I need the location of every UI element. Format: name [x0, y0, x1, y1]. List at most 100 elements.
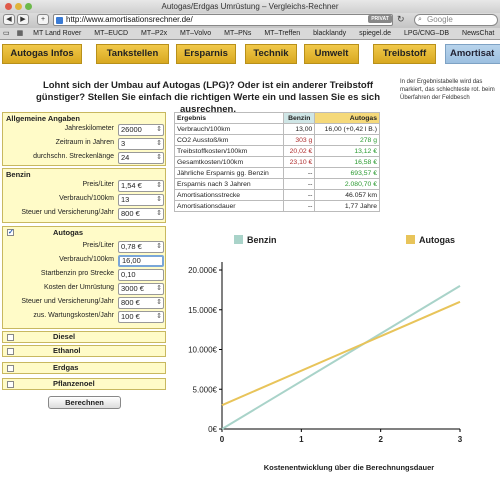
tab-tankstellen[interactable]: Tankstellen [96, 44, 169, 64]
reload-icon[interactable]: ↻ [397, 14, 405, 25]
table-row: Amortisationsstrecke -- 46.057 km [173, 189, 380, 201]
jahreskilometer-select[interactable]: 26000 [118, 124, 164, 136]
zoom-window-button[interactable] [25, 3, 32, 10]
autogas-value: 693,57 € [314, 167, 380, 179]
form-row: Preis/Liter 1,54 € [3, 179, 165, 193]
back-button[interactable]: ◀ [3, 14, 15, 25]
bookmark-item[interactable]: LPG/CNG–DB [404, 30, 449, 37]
table-row: Jährliche Ersparnis gg. Benzin -- 693,57… [173, 167, 380, 179]
legend-label: Autogas [419, 235, 455, 245]
autogas-value: 16,00 (+0,42 l B.) [314, 123, 380, 135]
window-title: Autogas/Erdgas Umrüstung – Vergleichs-Re… [161, 2, 339, 11]
zeitraum-select[interactable]: 3 [118, 138, 164, 150]
field-label: Verbrauch/100km [59, 195, 114, 202]
bookmark-item[interactable]: MT–PNs [224, 30, 251, 37]
results-table: Ergebnis Benzin Autogas Verbrauch/100km … [173, 112, 380, 212]
side-note: In der Ergebnistabelle wird das markiert… [400, 79, 495, 101]
benzin-verbrauch-select[interactable]: 13 [118, 194, 164, 206]
table-row: Treibstoffkosten/100km 20,02 € 13,12 € [173, 145, 380, 157]
table-row: CO2 Ausstoß/km 303 g 278 g [173, 134, 380, 146]
pflanzenoel-section[interactable]: Pflanzenoel [2, 378, 166, 390]
field-label: Preis/Liter [82, 181, 114, 188]
form-row: Zeitraum in Jahren 3 [3, 137, 165, 151]
series-line-benzin [221, 285, 461, 430]
diesel-checkbox[interactable] [7, 334, 14, 341]
autogas-value: 278 g [314, 134, 380, 146]
tab-umwelt[interactable]: Umwelt [304, 44, 359, 64]
legend-swatch [406, 235, 415, 244]
bookmarks-bar: ▭ ▦ MT Land Rover MT–EUCD MT–P2x MT–Volv… [0, 28, 500, 40]
umruestung-kosten-select[interactable]: 3000 € [118, 283, 164, 295]
y-tick-label: 5.000€ [193, 385, 218, 394]
autogas-section: ✓ Autogas Preis/Liter 0,78 € Verbrauch/1… [2, 226, 166, 329]
address-bar[interactable]: http://www.amortisationsrechner.de/ [53, 14, 393, 26]
form-row: Steuer und Versicherung/Jahr 800 € [3, 207, 165, 221]
header-ergebnis: Ergebnis [173, 112, 285, 124]
forward-button[interactable]: ▶ [17, 14, 29, 25]
tab-autogas-infos[interactable]: Autogas Infos [2, 44, 82, 64]
autogas-steuer-select[interactable]: 800 € [118, 297, 164, 309]
bookmark-item[interactable]: MT–Volvo [180, 30, 211, 37]
section-header: ✓ Autogas [3, 227, 165, 240]
search-input[interactable]: ⌕ Google [414, 14, 498, 26]
general-section: Allgemeine Angaben Jahreskilometer 26000… [2, 112, 166, 166]
benzin-steuer-select[interactable]: 800 € [118, 208, 164, 220]
autogas-checkbox[interactable]: ✓ [7, 229, 14, 236]
calculate-button[interactable]: Berechnen [48, 396, 121, 409]
streckenlaenge-select[interactable]: 24 [118, 152, 164, 164]
tab-amortisation[interactable]: Amortisat [445, 44, 500, 64]
form-row: Jahreskilometer 26000 [3, 123, 165, 137]
erdgas-checkbox[interactable] [7, 365, 14, 372]
y-tick-label: 0€ [208, 425, 217, 434]
form-row: Preis/Liter 0,78 € [3, 240, 165, 254]
section-title: Diesel [53, 332, 76, 341]
bookmark-item[interactable]: MT–Treffen [264, 30, 300, 37]
ethanol-section[interactable]: Ethanol [2, 345, 166, 357]
table-row: Amortisationsdauer -- 1,77 Jahre [173, 200, 380, 212]
bookmark-item[interactable]: NewsChat [462, 30, 494, 37]
table-row: Verbrauch/100km 13,00 16,00 (+0,42 l B.) [173, 123, 380, 135]
field-label: Steuer und Versicherung/Jahr [21, 209, 114, 216]
bookmarks-grid-icon[interactable]: ▦ [17, 30, 24, 37]
benzin-value: 23,10 € [283, 156, 316, 168]
close-window-button[interactable] [5, 3, 12, 10]
autogas-verbrauch-input[interactable]: 16,00 [118, 255, 164, 267]
startbenzin-input[interactable]: 0,10 [118, 269, 164, 281]
x-axis-label: Kostenentwicklung über die Berechnungsda… [264, 463, 435, 472]
bookmark-item[interactable]: MT–P2x [141, 30, 167, 37]
tab-ersparnis[interactable]: Ersparnis [176, 44, 236, 64]
ethanol-checkbox[interactable] [7, 348, 14, 355]
table-row: Gesamtkosten/100km 23,10 € 16,58 € [173, 156, 380, 168]
section-title: Ethanol [53, 346, 81, 355]
browser-toolbar: ◀ ▶ + http://www.amortisationsrechner.de… [0, 13, 500, 28]
autogas-value: 46.057 km [314, 189, 380, 201]
field-label: durchschn. Streckenlänge [33, 153, 114, 160]
diesel-section[interactable]: Diesel [2, 331, 166, 343]
field-label: Kosten der Umrüstung [43, 284, 114, 291]
benzin-preis-select[interactable]: 1,54 € [118, 180, 164, 192]
pflanzenoel-checkbox[interactable] [7, 381, 14, 388]
bookmark-item[interactable]: MT–EUCD [94, 30, 128, 37]
wartungskosten-select[interactable]: 100 € [118, 311, 164, 323]
row-label: Verbrauch/100km [173, 123, 285, 135]
autogas-value: 16,58 € [314, 156, 380, 168]
tab-treibstoff[interactable]: Treibstoff [373, 44, 436, 64]
new-tab-button[interactable]: + [37, 14, 49, 25]
autogas-value: 2.080,70 € [314, 178, 380, 190]
field-label: Startbenzin pro Strecke [40, 270, 114, 277]
bookmark-item[interactable]: blacklandy [313, 30, 346, 37]
benzin-value: -- [283, 200, 316, 212]
row-label: Amortisationsdauer [173, 200, 285, 212]
minimize-window-button[interactable] [15, 3, 22, 10]
row-label: Amortisationsstrecke [173, 189, 285, 201]
row-label: Treibstoffkosten/100km [173, 145, 285, 157]
form-row: Steuer und Versicherung/Jahr 800 € [3, 296, 165, 310]
tab-technik[interactable]: Technik [245, 44, 297, 64]
section-title: Erdgas [53, 363, 79, 372]
field-label: Jahreskilometer [64, 125, 114, 132]
erdgas-section[interactable]: Erdgas [2, 362, 166, 374]
bookmarks-icon[interactable]: ▭ [3, 30, 10, 37]
bookmark-item[interactable]: spiegel.de [359, 30, 391, 37]
autogas-preis-select[interactable]: 0,78 € [118, 241, 164, 253]
bookmark-item[interactable]: MT Land Rover [33, 30, 81, 37]
